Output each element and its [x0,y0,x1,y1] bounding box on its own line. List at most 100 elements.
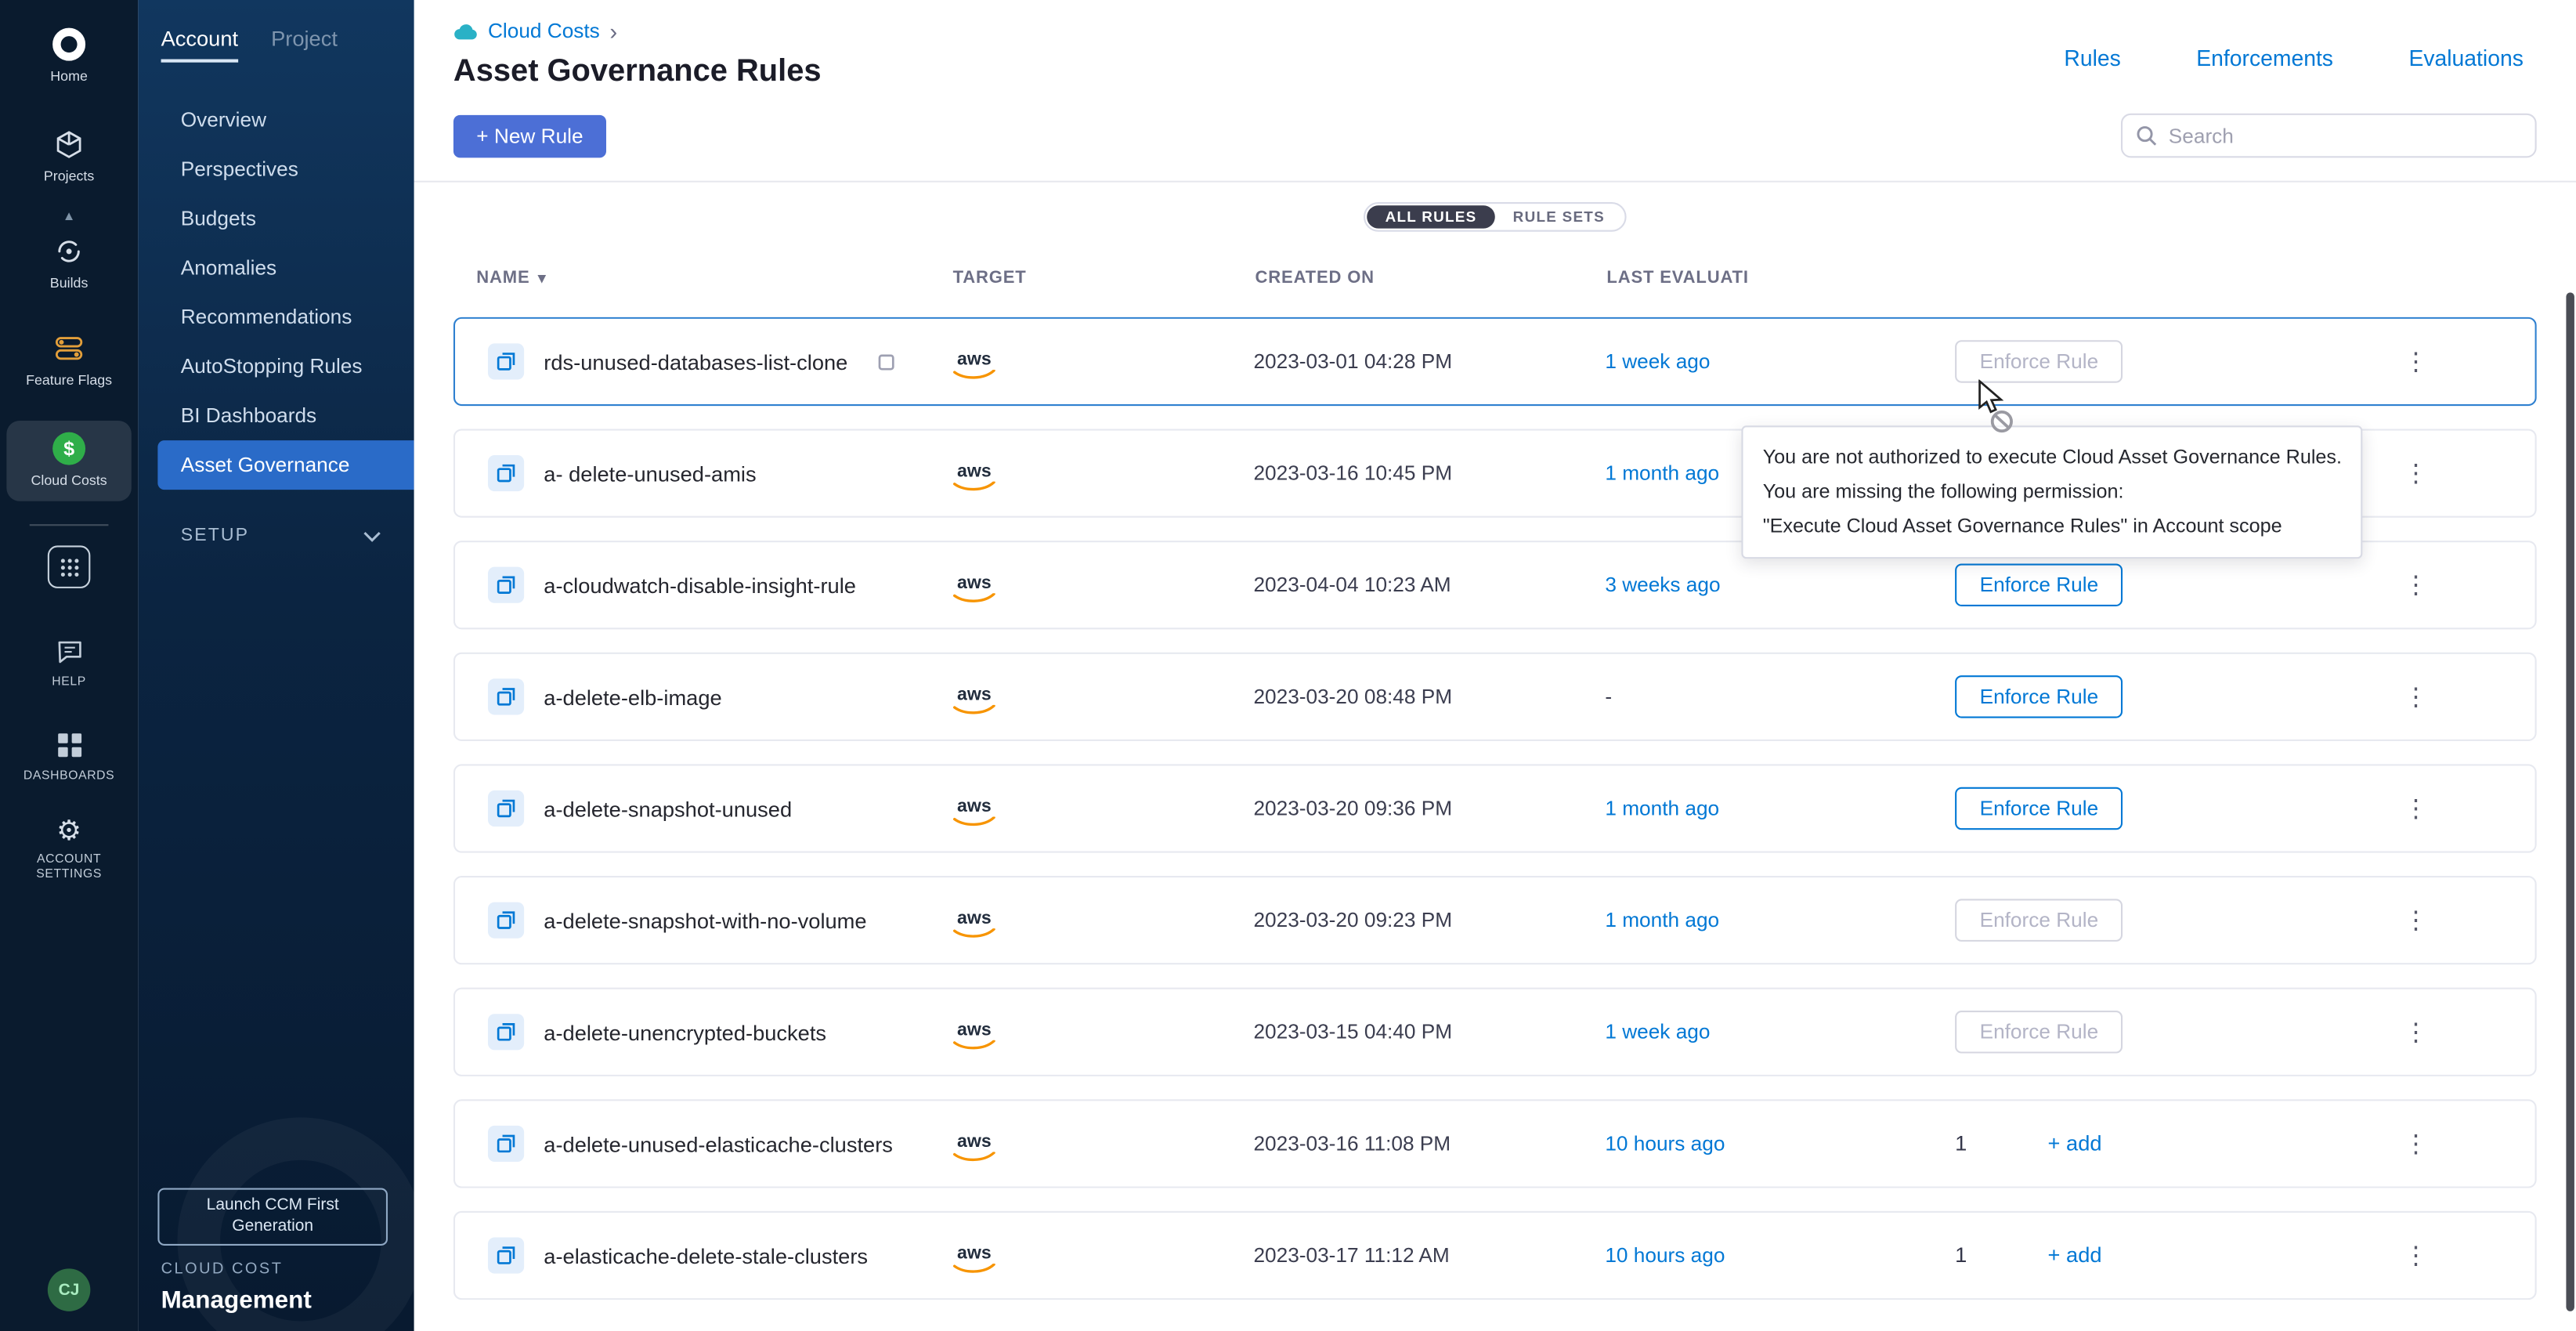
enforce-rule-button[interactable]: Enforce Rule [1955,340,2123,383]
sidebar-item-overview[interactable]: Overview [157,96,414,145]
enforce-rule-button[interactable]: Enforce Rule [1955,899,2123,942]
rule-name[interactable]: a-delete-snapshot-unused [544,796,792,820]
copy-icon[interactable] [877,353,895,371]
rail-item-label: HELP [52,674,86,689]
table-row[interactable]: a-delete-elb-image aws 2023-03-20 08:48 … [453,653,2537,741]
launch-ccm-first-gen-button[interactable]: Launch CCM First Generation [157,1188,388,1246]
kebab-menu-icon[interactable]: ⋮ [2394,456,2438,490]
app-window: Home Projects ▲ Builds Feature Flags $ C… [0,0,2576,1331]
rail-item-account-settings[interactable]: ⚙ ACCOUNT SETTINGS [6,805,131,894]
sidebar-item-label: Overview [181,108,266,131]
gear-icon: ⚙ [56,816,81,845]
rule-name[interactable]: a-elasticache-delete-stale-clusters [544,1243,868,1268]
add-enforcement-link[interactable]: + add [2048,1130,2102,1155]
kebab-menu-icon[interactable]: ⋮ [2394,344,2438,378]
rule-icon [488,1014,524,1050]
nav-link-enforcements[interactable]: Enforcements [2196,46,2333,91]
rail-item-projects[interactable]: Projects [6,117,131,197]
chat-icon [53,636,85,667]
enforce-rule-button[interactable]: Enforce Rule [1955,675,2123,718]
chevron-down-icon [363,530,381,541]
kebab-menu-icon[interactable]: ⋮ [2394,568,2438,602]
module-browser-button[interactable] [48,546,91,589]
kebab-menu-icon[interactable]: ⋮ [2394,1127,2438,1161]
last-evaluation-value: 1 month ago [1605,909,1955,931]
column-header-name[interactable]: NAME ▾ [476,268,952,288]
tab-project[interactable]: Project [271,27,338,63]
rail-item-label: ACCOUNT SETTINGS [12,851,127,883]
rail-divider [30,525,109,526]
enforce-rule-button[interactable]: Enforce Rule [1955,563,2123,606]
sidebar-item-label: Budgets [181,207,256,230]
enforcement-count: 1 [1955,1130,2040,1155]
aws-logo-icon: aws [951,351,997,381]
table-row[interactable]: a-delete-unencrypted-buckets aws 2023-03… [453,988,2537,1076]
table-row[interactable]: a-delete-unused-elasticache-clusters aws… [453,1099,2537,1188]
rule-icon [488,1126,524,1162]
sidebar-item-anomalies[interactable]: Anomalies [157,243,414,292]
view-toggle: ALL RULES RULE SETS [1364,202,1626,232]
setup-label: SETUP [181,526,249,545]
rule-name[interactable]: a-delete-unused-elasticache-clusters [544,1131,893,1156]
rail-item-label: Home [50,67,88,85]
rail-item-builds[interactable]: Builds [6,223,131,304]
rule-name[interactable]: a-cloudwatch-disable-insight-rule [544,573,856,597]
rule-name[interactable]: a-delete-elb-image [544,685,721,709]
sidebar-item-bi-dashboards[interactable]: BI Dashboards [157,391,414,440]
search-input[interactable] [2121,114,2537,158]
rule-icon [488,902,524,939]
enforce-rule-button[interactable]: Enforce Rule [1955,1011,2123,1054]
sidebar-item-autostopping-rules[interactable]: AutoStopping Rules [157,342,414,391]
rule-icon [488,790,524,826]
add-enforcement-link[interactable]: + add [2048,1242,2102,1267]
user-avatar[interactable]: CJ [48,1268,91,1311]
search-icon [2136,125,2157,146]
toggle-all-rules[interactable]: ALL RULES [1367,205,1495,228]
nav-link-evaluations[interactable]: Evaluations [2408,46,2523,91]
kebab-menu-icon[interactable]: ⋮ [2394,1015,2438,1049]
sidebar-nav: Overview Perspectives Budgets Anomalies … [138,89,414,496]
rail-item-home[interactable]: Home [6,16,131,97]
page-title: Asset Governance Rules [453,54,822,90]
sidebar-item-setup[interactable]: SETUP [138,526,414,545]
kebab-menu-icon[interactable]: ⋮ [2394,903,2438,938]
tab-account[interactable]: Account [161,27,239,63]
sidebar-item-label: Perspectives [181,157,298,180]
created-on-value: 2023-03-20 08:48 PM [1253,685,1605,708]
sidebar-item-asset-governance[interactable]: Asset Governance [157,440,414,490]
aws-logo-icon: aws [951,686,997,716]
scroll-up-icon[interactable]: ▲ [63,211,76,224]
table-row[interactable]: a-delete-snapshot-with-no-volume aws 202… [453,876,2537,964]
breadcrumb-link-cloud-costs[interactable]: Cloud Costs [488,20,600,42]
sidebar-item-recommendations[interactable]: Recommendations [157,292,414,342]
sidebar-item-label: AutoStopping Rules [181,355,363,378]
target-label: aws [957,798,992,816]
table-row[interactable]: a-elasticache-delete-stale-clusters aws … [453,1211,2537,1300]
rail-item-help[interactable]: HELP [6,625,131,702]
rail-item-feature-flags[interactable]: Feature Flags [6,320,131,401]
rail-item-label: Cloud Costs [31,472,107,490]
sidebar-item-budgets[interactable]: Budgets [157,194,414,244]
rail-item-dashboards[interactable]: DASHBOARDS [6,718,131,795]
new-rule-button[interactable]: + New Rule [453,114,606,157]
kebab-menu-icon[interactable]: ⋮ [2394,1239,2438,1273]
rule-name[interactable]: a-delete-unencrypted-buckets [544,1020,826,1044]
toggle-rule-sets[interactable]: RULE SETS [1495,205,1623,228]
rule-name[interactable]: a-delete-snapshot-with-no-volume [544,908,866,932]
sidebar-item-perspectives[interactable]: Perspectives [157,145,414,194]
rule-name[interactable]: rds-unused-databases-list-clone [544,349,847,374]
enforce-rule-button[interactable]: Enforce Rule [1955,787,2123,830]
kebab-menu-icon[interactable]: ⋮ [2394,791,2438,826]
nav-link-rules[interactable]: Rules [2064,46,2120,91]
kebab-menu-icon[interactable]: ⋮ [2394,679,2438,714]
table-row[interactable]: a-delete-snapshot-unused aws 2023-03-20 … [453,764,2537,852]
rail-item-label: DASHBOARDS [23,768,114,783]
rail-item-cloud-costs[interactable]: $ Cloud Costs [6,421,131,501]
last-evaluation-value: 1 month ago [1605,797,1955,819]
rule-name[interactable]: a- delete-unused-amis [544,461,756,485]
table-row[interactable]: rds-unused-databases-list-clone aws 2023… [453,317,2537,406]
main-content: Cloud Costs › Asset Governance Rules Rul… [414,0,2576,1331]
aws-logo-icon: aws [951,462,997,492]
vertical-scrollbar[interactable] [2566,292,2574,1311]
aws-logo-icon: aws [951,1245,997,1275]
